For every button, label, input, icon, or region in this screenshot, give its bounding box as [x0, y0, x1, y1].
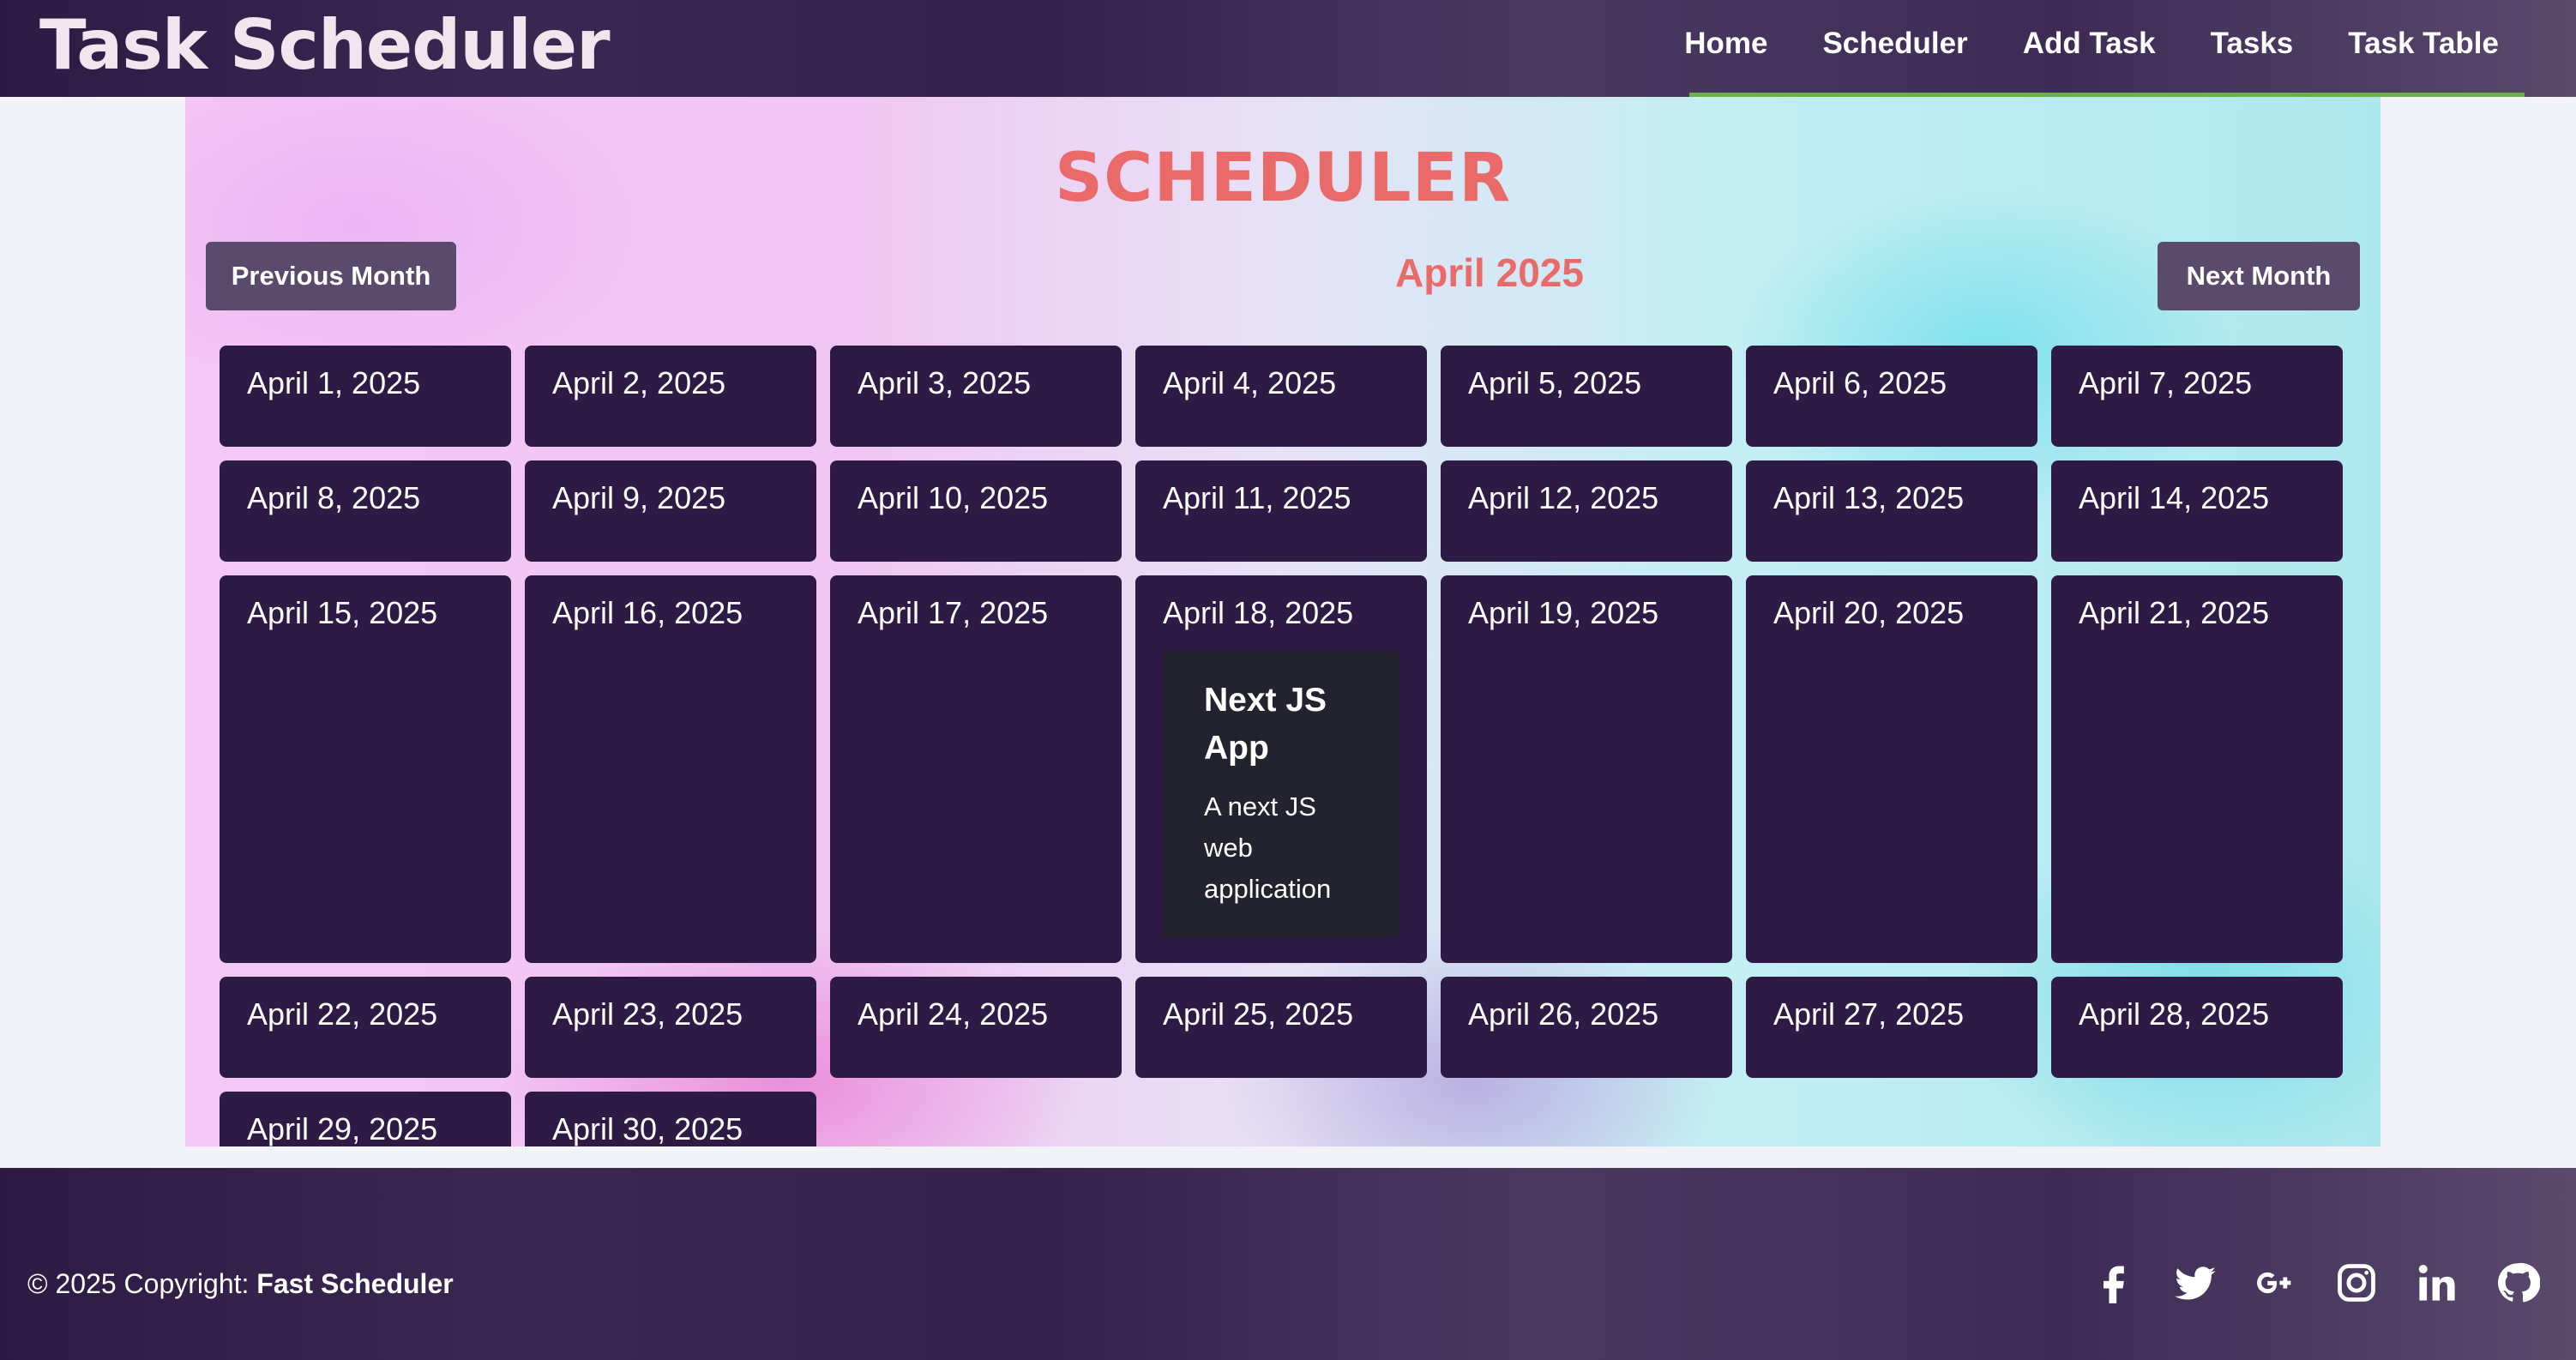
day-date: April 7, 2025: [2079, 365, 2253, 400]
day-cell[interactable]: April 27, 2025: [1746, 977, 2037, 1078]
task-title: Next JS App: [1204, 682, 1327, 767]
day-cell[interactable]: April 3, 2025: [830, 346, 1122, 447]
day-cell[interactable]: April 4, 2025: [1135, 346, 1427, 447]
day-date: April 14, 2025: [2079, 480, 2270, 515]
day-date: April 26, 2025: [1468, 996, 1659, 1032]
day-cell[interactable]: April 21, 2025: [2051, 575, 2343, 963]
day-cell[interactable]: April 18, 2025 Next JS App A next JS web a…: [1135, 575, 1427, 963]
current-month-label: April 2025: [1395, 250, 1584, 295]
day-date: April 3, 2025: [858, 365, 1032, 400]
top-navbar: Task Scheduler Home Scheduler Add Task T…: [0, 0, 2576, 97]
day-date: April 8, 2025: [247, 480, 421, 515]
nav-add-task[interactable]: Add Task: [1995, 0, 2183, 91]
linkedin-icon[interactable]: [2413, 1259, 2461, 1307]
calendar-grid: April 1, 2025 April 2, 2025 April 3, 2025 A…: [220, 346, 2346, 1146]
day-date: April 1, 2025: [247, 365, 421, 400]
day-cell[interactable]: April 2, 2025: [525, 346, 816, 447]
page-title: SCHEDULER: [1054, 140, 1512, 217]
next-month-button[interactable]: Next Month: [2158, 242, 2360, 310]
day-date: April 24, 2025: [858, 996, 1049, 1032]
day-date: April 29, 2025: [247, 1111, 438, 1146]
day-date: April 20, 2025: [1773, 595, 1965, 630]
day-cell[interactable]: April 30, 2025: [525, 1092, 816, 1146]
day-date: April 15, 2025: [247, 595, 438, 630]
day-date: April 4, 2025: [1163, 365, 1337, 400]
day-date: April 23, 2025: [552, 996, 743, 1032]
day-date: April 13, 2025: [1773, 480, 1965, 515]
day-date: April 2, 2025: [552, 365, 726, 400]
day-date: April 17, 2025: [858, 595, 1049, 630]
day-cell[interactable]: April 14, 2025: [2051, 460, 2343, 562]
day-cell[interactable]: April 25, 2025: [1135, 977, 1427, 1078]
day-cell[interactable]: April 15, 2025: [220, 575, 511, 963]
previous-month-button[interactable]: Previous Month: [206, 242, 456, 310]
day-date: April 16, 2025: [552, 595, 743, 630]
day-date: April 10, 2025: [858, 480, 1049, 515]
nav-scheduler[interactable]: Scheduler: [1795, 0, 1995, 91]
brand-title[interactable]: Task Scheduler: [39, 0, 611, 91]
day-date: April 5, 2025: [1468, 365, 1642, 400]
copyright-text: © 2025 Copyright: Fast Scheduler: [27, 1268, 454, 1300]
day-date: April 11, 2025: [1163, 480, 1351, 515]
day-date: April 6, 2025: [1773, 365, 1947, 400]
nav-task-table[interactable]: Task Table: [2320, 0, 2526, 91]
day-cell[interactable]: April 5, 2025: [1441, 346, 1732, 447]
nav-home[interactable]: Home: [1657, 0, 1795, 91]
copyright-prefix: © 2025 Copyright:: [27, 1268, 257, 1299]
instagram-icon[interactable]: [2332, 1259, 2380, 1307]
nav-tasks[interactable]: Tasks: [2183, 0, 2321, 91]
day-cell[interactable]: April 16, 2025: [525, 575, 816, 963]
task-description: A next JS web application: [1204, 791, 1332, 904]
day-cell[interactable]: April 24, 2025: [830, 977, 1122, 1078]
task-card[interactable]: Next JS App A next JS web application: [1163, 651, 1399, 937]
day-date: April 21, 2025: [2079, 595, 2270, 630]
day-cell[interactable]: April 26, 2025: [1441, 977, 1732, 1078]
day-cell[interactable]: April 12, 2025: [1441, 460, 1732, 562]
day-cell[interactable]: April 9, 2025: [525, 460, 816, 562]
day-cell[interactable]: April 10, 2025: [830, 460, 1122, 562]
day-cell[interactable]: April 8, 2025: [220, 460, 511, 562]
day-cell[interactable]: April 11, 2025: [1135, 460, 1427, 562]
day-cell[interactable]: April 19, 2025: [1441, 575, 1732, 963]
day-date: April 27, 2025: [1773, 996, 1965, 1032]
main-nav: Home Scheduler Add Task Tasks Task Table: [1657, 0, 2526, 91]
facebook-icon[interactable]: [2091, 1259, 2139, 1307]
day-date: April 30, 2025: [552, 1111, 743, 1146]
day-date: April 12, 2025: [1468, 480, 1659, 515]
day-date: April 25, 2025: [1163, 996, 1354, 1032]
scheduler-panel: SCHEDULER Previous Month April 2025 Next…: [185, 97, 2380, 1146]
google-plus-icon[interactable]: [2252, 1259, 2300, 1307]
twitter-icon[interactable]: [2171, 1259, 2219, 1307]
day-date: April 28, 2025: [2079, 996, 2270, 1032]
social-links: [2091, 1259, 2542, 1307]
day-cell[interactable]: April 1, 2025: [220, 346, 511, 447]
day-date: April 19, 2025: [1468, 595, 1659, 630]
day-cell[interactable]: April 22, 2025: [220, 977, 511, 1078]
github-icon[interactable]: [2494, 1259, 2542, 1307]
copyright-brand: Fast Scheduler: [256, 1268, 454, 1299]
day-cell[interactable]: April 20, 2025: [1746, 575, 2037, 963]
day-date: April 22, 2025: [247, 996, 438, 1032]
day-cell[interactable]: April 23, 2025: [525, 977, 816, 1078]
day-cell[interactable]: April 13, 2025: [1746, 460, 2037, 562]
day-cell[interactable]: April 17, 2025: [830, 575, 1122, 963]
day-cell[interactable]: April 6, 2025: [1746, 346, 2037, 447]
day-cell[interactable]: April 29, 2025: [220, 1092, 511, 1146]
day-cell[interactable]: April 28, 2025: [2051, 977, 2343, 1078]
day-date: April 18, 2025: [1163, 595, 1354, 630]
day-cell[interactable]: April 7, 2025: [2051, 346, 2343, 447]
day-date: April 9, 2025: [552, 480, 726, 515]
